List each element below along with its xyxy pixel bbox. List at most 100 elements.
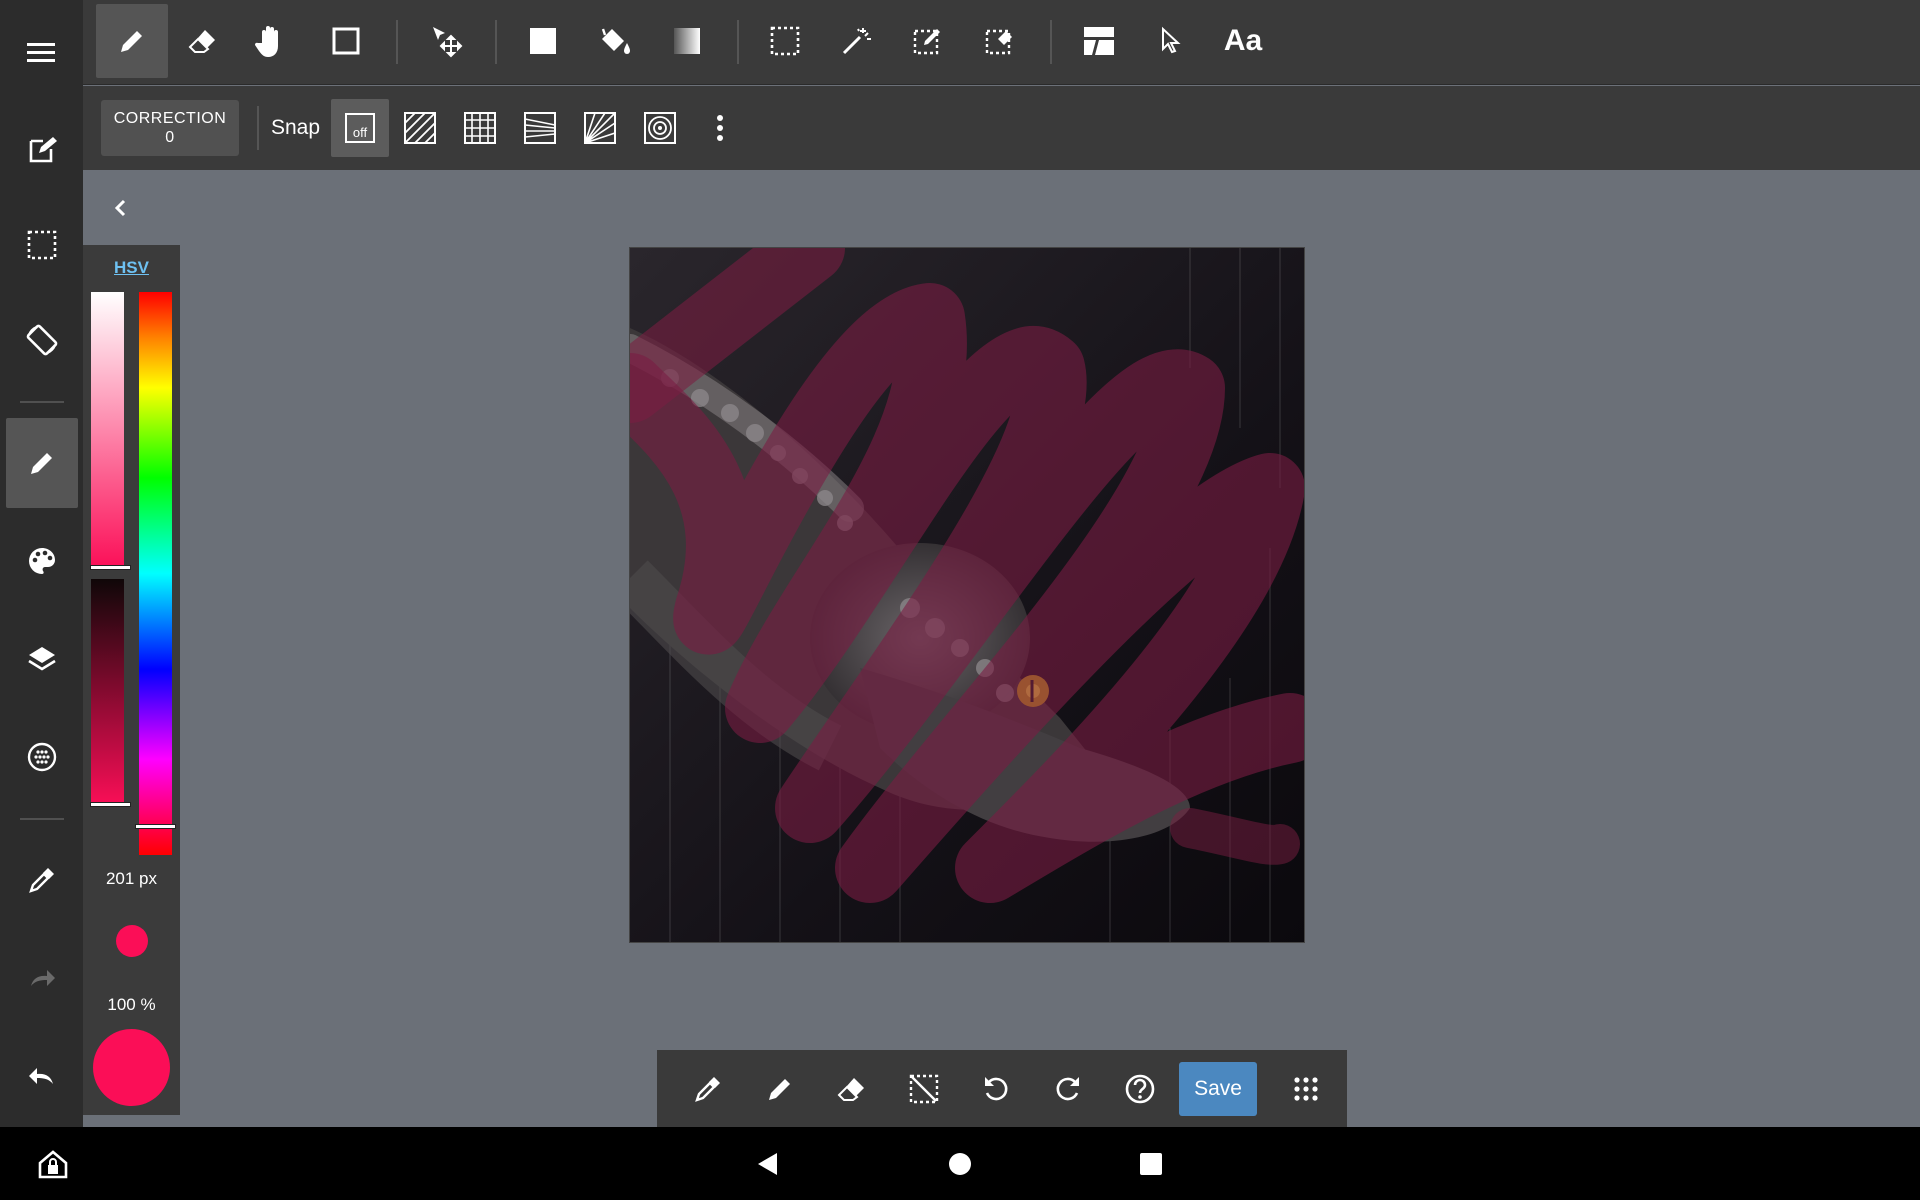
text-icon: Aa [1223,24,1263,57]
value-thumb[interactable] [90,802,131,807]
rotate-screen-icon [26,324,58,356]
save-button[interactable]: Save [1179,1062,1257,1116]
snap-grid-button[interactable] [451,99,509,157]
hand-tool[interactable] [235,4,307,78]
brush-size-preview[interactable] [116,925,148,957]
snap-grid-icon [464,112,496,144]
toolbar-divider [495,20,497,64]
grid-menu-button[interactable] [1279,1062,1333,1116]
value-slider[interactable] [91,579,124,806]
eraser-icon [188,30,215,53]
select-rect-tool[interactable] [749,4,821,78]
move-icon [433,27,463,58]
pen-icon [769,1079,790,1100]
layers-button[interactable] [6,614,78,704]
snap-parallel-button[interactable] [391,99,449,157]
saturation-value-bars [90,292,131,812]
snap-off-label: off [352,125,368,140]
magic-wand-icon [842,28,871,55]
undo-icon [985,1077,1008,1101]
sub-toolbar: CORRECTION 0 Snap off [83,86,1920,170]
brush-tool-button[interactable] [6,418,78,508]
eyedropper-button[interactable] [6,835,78,925]
bottom-eyedropper-button[interactable] [681,1062,735,1116]
undo-icon [29,1068,53,1084]
panel-layout-icon [1084,27,1114,55]
redo-button[interactable] [6,933,78,1023]
snap-parallel-icon [404,112,436,144]
rectangle-tool[interactable] [310,4,382,78]
top-toolbar: Aa [83,0,1920,85]
selection-button[interactable] [6,200,78,290]
selection-icon [27,230,57,260]
panel-layout-tool[interactable] [1063,4,1135,78]
saturation-thumb[interactable] [90,565,131,570]
hue-slider[interactable] [139,292,172,855]
gradient-icon [674,28,700,54]
drawing-canvas[interactable] [629,247,1305,943]
pen-icon [31,453,52,474]
redo-icon [1056,1077,1079,1101]
snap-vanishing-button[interactable] [511,99,569,157]
home-assistant-button[interactable] [28,1139,78,1189]
select-pen-icon [913,29,940,55]
back-triangle-icon [758,1153,777,1175]
bottom-undo-button[interactable] [969,1062,1023,1116]
color-mode-toggle[interactable]: HSV [83,258,180,278]
select-eraser-tool[interactable] [964,4,1036,78]
palette-button[interactable] [6,516,78,606]
bottom-eraser-button[interactable] [825,1062,879,1116]
help-icon [1125,1074,1155,1104]
redo-icon [31,970,55,986]
snap-vanishing-icon [524,112,556,144]
eyedropper-icon [29,868,54,893]
fill-rect-icon [530,28,556,54]
home-lock-icon [38,1150,68,1179]
magic-wand-tool[interactable] [820,4,892,78]
more-options-button[interactable] [691,99,749,157]
pointer-icon [1162,26,1181,54]
select-eraser-icon [985,29,1012,55]
materials-button[interactable] [6,712,78,802]
bottom-pen-button[interactable] [753,1062,807,1116]
snap-off-button[interactable]: off [331,99,389,157]
toolbar-divider [396,20,398,64]
menu-button[interactable] [6,8,78,98]
nav-back-button[interactable] [742,1139,792,1189]
edit-document-icon [29,137,57,163]
bottom-redo-button[interactable] [1041,1062,1095,1116]
bucket-tool[interactable] [579,4,651,78]
deselect-button[interactable] [897,1062,951,1116]
nav-recents-button[interactable] [1126,1139,1176,1189]
snap-circle-button[interactable] [631,99,689,157]
undo-button[interactable] [6,1031,78,1121]
rotate-screen-button[interactable] [6,295,78,385]
snap-radial-line-button[interactable] [571,99,629,157]
eraser-tool[interactable] [167,4,239,78]
recents-square-icon [1140,1153,1162,1175]
gradient-tool[interactable] [651,4,723,78]
pointer-tool[interactable] [1135,4,1207,78]
fill-rect-tool[interactable] [507,4,579,78]
move-tool[interactable] [410,4,482,78]
pen-icon [121,31,142,52]
hue-thumb[interactable] [135,824,176,829]
correction-button[interactable]: CORRECTION 0 [101,100,239,156]
palette-icon [29,548,55,574]
help-button[interactable] [1113,1062,1167,1116]
nav-home-button[interactable] [935,1139,985,1189]
collapse-panel-button[interactable] [100,190,140,226]
toolbar-divider [1050,20,1052,64]
correction-label: CORRECTION [113,110,227,127]
layers-icon [28,647,56,671]
brush-size-label: 201 px [105,869,158,888]
eraser-icon [837,1078,864,1101]
edit-document-button[interactable] [6,105,78,195]
snap-label: Snap [271,116,321,139]
pen-tool[interactable] [96,4,168,78]
select-pen-tool[interactable] [892,4,964,78]
saturation-slider[interactable] [91,292,124,569]
text-tool[interactable]: Aa [1207,4,1279,78]
current-color-swatch[interactable] [93,1029,170,1106]
rail-divider [20,818,64,820]
